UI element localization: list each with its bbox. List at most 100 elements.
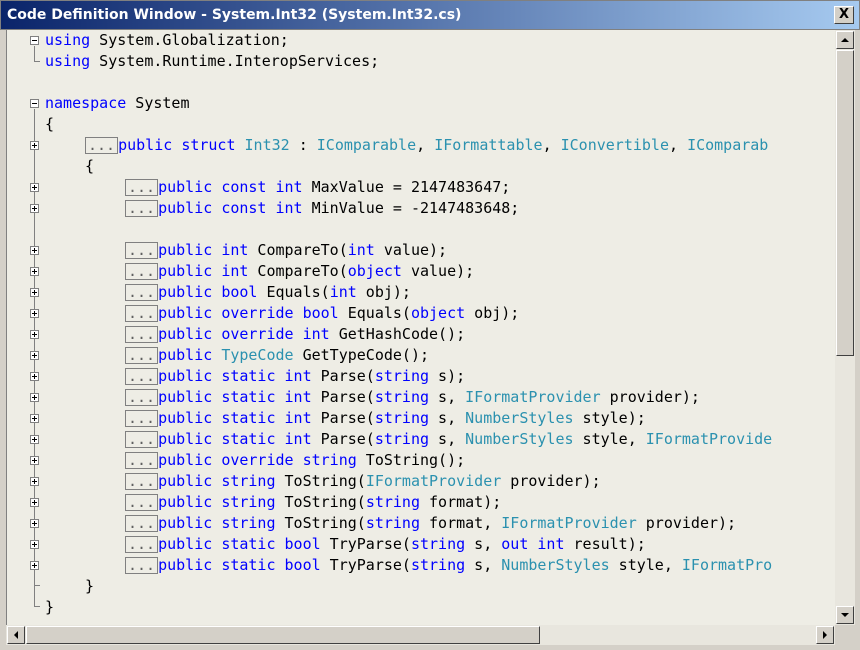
- collapse-icon[interactable]: [30, 99, 39, 108]
- expand-icon[interactable]: [30, 141, 39, 150]
- code-line[interactable]: ... public string ToString(string format,…: [125, 513, 736, 534]
- close-button[interactable]: X: [834, 6, 854, 24]
- expand-icon[interactable]: [30, 414, 39, 423]
- code-line[interactable]: ... public static int Parse(string s);: [125, 366, 465, 387]
- code-line[interactable]: ... public static bool TryParse(string s,…: [125, 534, 646, 555]
- expand-icon[interactable]: [30, 393, 39, 402]
- collapsed-region-marker[interactable]: ...: [125, 305, 159, 322]
- collapsed-region-marker[interactable]: ...: [125, 200, 159, 217]
- scroll-left-button[interactable]: [7, 626, 25, 644]
- horizontal-scroll-thumb[interactable]: [26, 626, 540, 644]
- scroll-down-button[interactable]: [836, 606, 854, 624]
- code-line[interactable]: ... public int CompareTo(int value);: [125, 240, 447, 261]
- code-line[interactable]: ... public override bool Equals(object ob…: [125, 303, 519, 324]
- expand-icon[interactable]: [30, 267, 39, 276]
- expand-icon[interactable]: [30, 435, 39, 444]
- collapsed-region-marker[interactable]: ...: [85, 137, 119, 154]
- code-line[interactable]: ... public static int Parse(string s, IFo…: [125, 387, 700, 408]
- vertical-scrollbar[interactable]: [835, 30, 855, 625]
- code-line[interactable]: {: [45, 114, 54, 135]
- scroll-up-button[interactable]: [836, 31, 854, 49]
- code-line[interactable]: {: [85, 156, 94, 177]
- code-line[interactable]: ... public override string ToString();: [125, 450, 465, 471]
- keyword-token: struct: [181, 136, 236, 154]
- vertical-scroll-thumb[interactable]: [836, 50, 854, 356]
- expand-icon[interactable]: [30, 477, 39, 486]
- keyword-token: string: [221, 493, 276, 511]
- expand-icon[interactable]: [30, 498, 39, 507]
- code-token: ToString(: [275, 493, 366, 511]
- collapsed-region-marker[interactable]: ...: [125, 242, 159, 259]
- scroll-right-button[interactable]: [816, 626, 834, 644]
- code-line[interactable]: ... public bool Equals(int obj);: [125, 282, 411, 303]
- expand-icon[interactable]: [30, 456, 39, 465]
- collapsed-region-marker[interactable]: ...: [125, 557, 159, 574]
- code-token: provider);: [636, 514, 737, 532]
- expand-icon[interactable]: [30, 246, 39, 255]
- expand-icon[interactable]: [30, 330, 39, 339]
- keyword-token: int: [221, 262, 249, 280]
- collapsed-region-marker[interactable]: ...: [125, 179, 159, 196]
- collapsed-region-marker[interactable]: ...: [125, 431, 159, 448]
- code-line[interactable]: namespace System: [45, 93, 190, 114]
- code-line[interactable]: }: [45, 597, 54, 618]
- code-line[interactable]: ... public int CompareTo(object value);: [125, 261, 474, 282]
- collapse-icon[interactable]: [30, 36, 39, 45]
- code-line[interactable]: ... public override int GetHashCode();: [125, 324, 465, 345]
- type-token: IFormatProvider: [365, 472, 502, 490]
- code-line[interactable]: }: [85, 576, 94, 597]
- collapsed-region-marker[interactable]: ...: [125, 389, 159, 406]
- code-editor[interactable]: using System.Globalization; using System.…: [6, 30, 836, 625]
- code-line[interactable]: ... public static bool TryParse(string s,…: [125, 555, 772, 576]
- collapsed-region-marker[interactable]: ...: [125, 536, 159, 553]
- code-token: obj);: [465, 304, 520, 322]
- collapsed-region-marker[interactable]: ...: [125, 473, 159, 490]
- expand-icon[interactable]: [30, 372, 39, 381]
- code-token: MaxValue = 2147483647;: [302, 178, 511, 196]
- collapsed-region-marker[interactable]: ...: [125, 326, 159, 343]
- code-line[interactable]: ... public static int Parse(string s, Num…: [125, 429, 772, 450]
- collapsed-region-marker[interactable]: ...: [125, 410, 159, 427]
- collapsed-region-marker[interactable]: ...: [125, 452, 159, 469]
- collapsed-region-marker[interactable]: ...: [125, 368, 159, 385]
- collapsed-region-marker[interactable]: ...: [125, 284, 159, 301]
- outline-guide-end: [34, 61, 40, 62]
- expand-icon[interactable]: [30, 309, 39, 318]
- keyword-token: string: [374, 367, 430, 385]
- expand-icon[interactable]: [30, 540, 39, 549]
- code-line[interactable]: ... public const int MaxValue = 214748364…: [125, 177, 510, 198]
- keyword-token: override: [221, 304, 294, 322]
- collapsed-region-marker[interactable]: ...: [125, 494, 159, 511]
- type-token: IComparab: [687, 136, 769, 154]
- collapsed-region-marker[interactable]: ...: [125, 347, 159, 364]
- collapsed-region-marker[interactable]: ...: [125, 263, 159, 280]
- expand-icon[interactable]: [30, 351, 39, 360]
- expand-icon[interactable]: [30, 519, 39, 528]
- expand-icon[interactable]: [30, 183, 39, 192]
- code-line[interactable]: ... public string ToString(IFormatProvide…: [125, 471, 601, 492]
- code-line[interactable]: ... public const int MinValue = -21474836…: [125, 198, 519, 219]
- keyword-token: int: [284, 367, 312, 385]
- code-line[interactable]: ... public static int Parse(string s, Num…: [125, 408, 646, 429]
- code-line[interactable]: ... public TypeCode GetTypeCode();: [125, 345, 429, 366]
- code-line[interactable]: using System.Runtime.InteropServices;: [45, 51, 379, 72]
- code-line[interactable]: ... public struct Int32 : IComparable, IF…: [85, 135, 768, 156]
- expand-icon[interactable]: [30, 204, 39, 213]
- code-line[interactable]: ... public string ToString(string format)…: [125, 492, 501, 513]
- keyword-token: int: [221, 241, 249, 259]
- expand-icon[interactable]: [30, 288, 39, 297]
- collapsed-region-marker[interactable]: ...: [125, 515, 159, 532]
- horizontal-scrollbar[interactable]: [6, 625, 835, 645]
- code-line[interactable]: using System.Globalization;: [45, 30, 289, 51]
- keyword-token: namespace: [45, 94, 127, 112]
- expand-icon[interactable]: [30, 561, 39, 570]
- title-bar[interactable]: Code Definition Window - System.Int32 (S…: [0, 0, 860, 30]
- code-token: {: [45, 115, 55, 133]
- keyword-token: bool: [284, 556, 321, 574]
- code-token: s,: [465, 535, 502, 553]
